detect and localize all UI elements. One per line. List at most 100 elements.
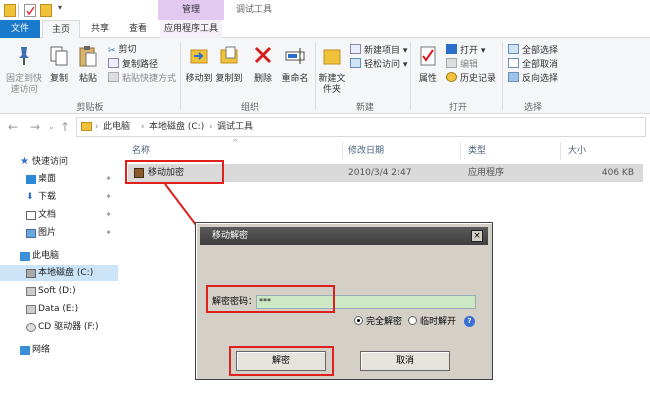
divider xyxy=(315,42,316,110)
help-icon[interactable]: ? xyxy=(464,316,475,327)
tab-file[interactable]: 文件 xyxy=(0,20,40,38)
nav-this-pc[interactable]: 此电脑 xyxy=(0,248,118,264)
pin-label: 固定到快速访问 xyxy=(6,74,43,95)
properties-button[interactable]: 属性 xyxy=(414,44,442,85)
copy-to-button[interactable]: 复制到 xyxy=(214,44,244,85)
pin-icon[interactable]: ✦ xyxy=(105,207,112,223)
pin-icon[interactable]: ✦ xyxy=(105,171,112,187)
cd-drive-icon xyxy=(26,323,36,332)
divider xyxy=(410,42,411,110)
rename-button[interactable]: 重命名 xyxy=(278,44,312,85)
properties-label: 属性 xyxy=(418,74,437,84)
paste-icon xyxy=(79,46,97,67)
pin-icon[interactable]: ✦ xyxy=(105,225,112,241)
dialog-title: 移动解密 xyxy=(200,227,488,245)
document-icon xyxy=(26,211,36,220)
explorer-window: ▾ 管理 调试工具 文件 主页 共享 查看 应用程序工具 固定到快速访问 复制 … xyxy=(0,0,650,416)
nav-network-label: 网络 xyxy=(32,345,51,355)
nav-quick-access[interactable]: ★ 快速访问 xyxy=(0,154,118,170)
breadcrumb-this-pc[interactable]: 此电脑 xyxy=(103,118,130,136)
forward-arrow-icon[interactable]: → xyxy=(30,120,40,134)
new-item-button[interactable]: 新建项目 ▾ xyxy=(350,44,407,57)
nav-drive-c[interactable]: 本地磁盘 (C:) xyxy=(0,265,118,281)
quick-access-dropdown-icon[interactable]: ▾ xyxy=(58,3,62,12)
file-date: 2010/3/4 2:47 xyxy=(348,168,412,178)
column-type[interactable]: 类型 xyxy=(468,144,486,158)
nav-drive-c-label: 本地磁盘 (C:) xyxy=(38,268,94,278)
column-name[interactable]: 名称 xyxy=(132,144,150,158)
network-icon xyxy=(20,346,30,355)
divider xyxy=(18,3,19,17)
tab-view[interactable]: 查看 xyxy=(120,20,156,38)
annotation-box-password xyxy=(206,285,335,313)
nav-downloads[interactable]: ⬇ 下载 ✦ xyxy=(0,189,118,205)
nav-network[interactable]: 网络 xyxy=(0,342,118,358)
drive-icon xyxy=(26,305,36,314)
column-size[interactable]: 大小 xyxy=(568,144,586,158)
breadcrumb-drive-c[interactable]: 本地磁盘 (C:) xyxy=(149,118,204,136)
tab-share[interactable]: 共享 xyxy=(82,20,118,38)
annotation-box-file xyxy=(125,160,224,184)
tab-home[interactable]: 主页 xyxy=(42,20,80,39)
edit-button[interactable]: 编辑 xyxy=(446,58,478,71)
group-label-open: 打开 xyxy=(448,103,467,113)
nav-this-pc-label: 此电脑 xyxy=(32,251,60,261)
group-label-organize: 组织 xyxy=(240,103,259,113)
properties-icon[interactable] xyxy=(24,4,36,17)
copy-path-button[interactable]: 复制路径 xyxy=(108,58,158,71)
delete-button[interactable]: 删除 xyxy=(250,44,276,85)
context-tab-manage: 管理 xyxy=(158,0,224,20)
breadcrumb-debug-tools[interactable]: 调试工具 xyxy=(217,118,253,136)
file-type: 应用程序 xyxy=(468,168,505,178)
nav-pictures[interactable]: 图片 ✦ xyxy=(0,225,118,241)
copy-icon xyxy=(50,46,68,66)
pin-button[interactable]: 固定到快速访问 xyxy=(4,44,44,96)
nav-drive-d[interactable]: Soft (D:) xyxy=(0,283,118,299)
nav-documents-label: 文档 xyxy=(38,210,57,220)
nav-quick-access-label: 快速访问 xyxy=(32,157,69,167)
nav-drive-e[interactable]: Data (E:) xyxy=(0,301,118,317)
history-button[interactable]: 历史记录 xyxy=(446,72,496,85)
easy-access-button[interactable]: 轻松访问 ▾ xyxy=(350,58,407,71)
folder-icon xyxy=(4,4,16,17)
drive-icon xyxy=(26,269,36,278)
nav-drive-e-label: Data (E:) xyxy=(38,304,79,314)
radio-full-decrypt[interactable]: 完全解密 xyxy=(354,316,402,328)
select-all-button[interactable]: 全部选择 xyxy=(508,44,558,57)
column-date[interactable]: 修改日期 xyxy=(348,144,384,158)
cancel-button[interactable]: 取消 xyxy=(360,351,450,371)
new-folder-icon[interactable] xyxy=(40,4,52,17)
address-bar[interactable]: › 此电脑 › 本地磁盘 (C:) › 调试工具 xyxy=(76,117,646,137)
nav-desktop[interactable]: 桌面 ✦ xyxy=(0,171,118,187)
select-none-button[interactable]: 全部取消 xyxy=(508,58,558,71)
new-folder-button[interactable]: 新建文件夹 xyxy=(318,44,346,96)
paste-shortcut-button[interactable]: 粘贴快捷方式 xyxy=(108,72,176,85)
invert-selection-button[interactable]: 反向选择 xyxy=(508,72,558,85)
select-all-label: 全部选择 xyxy=(522,46,559,56)
nav-downloads-label: 下载 xyxy=(38,192,57,202)
edit-label: 编辑 xyxy=(460,60,479,70)
copy-button[interactable]: 复制 xyxy=(46,44,72,85)
cut-button[interactable]: ✂ 剪切 xyxy=(108,44,137,57)
move-to-button[interactable]: 移动到 xyxy=(184,44,214,85)
tab-app-tools[interactable]: 应用程序工具 xyxy=(160,20,222,38)
nav-documents[interactable]: 文档 ✦ xyxy=(0,207,118,223)
pin-icon[interactable]: ✦ xyxy=(105,189,112,205)
close-icon[interactable]: × xyxy=(471,230,483,242)
open-button[interactable]: 打开 ▾ xyxy=(446,44,485,57)
up-arrow-icon[interactable]: ↑ xyxy=(60,120,70,134)
paste-button[interactable]: 粘贴 xyxy=(74,44,102,85)
copy-to-label: 复制到 xyxy=(215,74,243,84)
radio-temp-unlock[interactable]: 临时解开 xyxy=(408,316,456,328)
star-icon: ★ xyxy=(20,156,29,167)
back-arrow-icon[interactable]: ← xyxy=(8,120,18,134)
nav-drive-f[interactable]: CD 驱动器 (F:) xyxy=(0,319,118,335)
easy-access-label: 轻松访问 xyxy=(364,60,401,70)
navigation-pane: ★ 快速访问 桌面 ✦ ⬇ 下载 ✦ 文档 ✦ 图片 ✦ 此电脑 本地磁盘 (C… xyxy=(0,140,118,416)
sort-chevron-icon: ^ xyxy=(232,138,239,147)
file-size: 406 KB xyxy=(601,168,634,178)
nav-pictures-label: 图片 xyxy=(38,228,57,238)
copy-path-label: 复制路径 xyxy=(122,60,159,70)
chevron-down-icon[interactable]: ⌄ xyxy=(48,122,55,131)
divider xyxy=(342,142,343,160)
